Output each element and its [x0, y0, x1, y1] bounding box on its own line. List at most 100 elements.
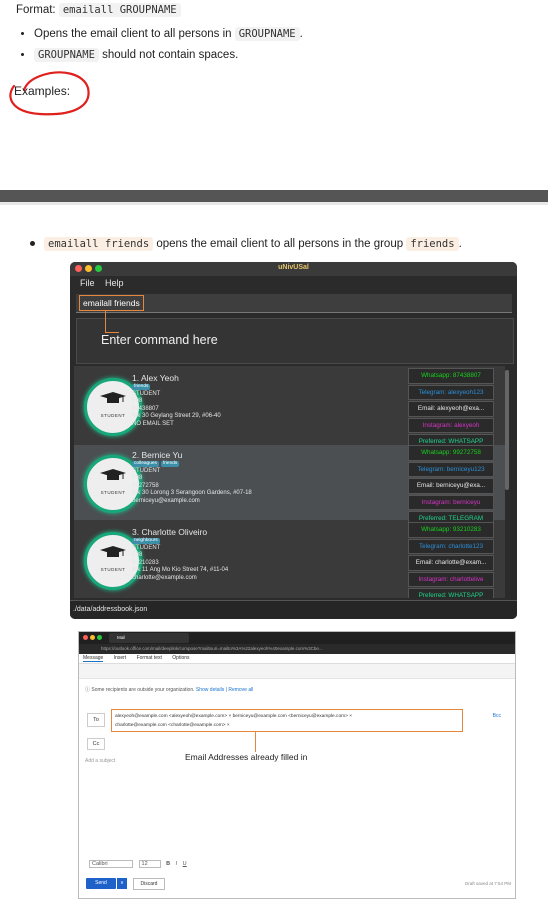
- menu-file[interactable]: File: [80, 278, 95, 288]
- person-room: F08: [132, 398, 143, 404]
- person-role: STUDENT: [132, 544, 161, 551]
- contact-panel: Whatsapp: 99272758 Telegram: berniceyu123…: [408, 445, 494, 528]
- annotation-line: [255, 732, 256, 752]
- person-name: 2. Bernice Yu: [132, 450, 183, 460]
- graduation-cap-icon: [100, 546, 126, 557]
- contact-field: Whatsapp: 93210283: [408, 522, 494, 538]
- person-card[interactable]: STUDENT 3. Charlotte Oliveiro neighbours…: [74, 522, 505, 598]
- contact-field: Whatsapp: 99272758: [408, 445, 494, 461]
- recipient-list: alexyeoh@example.com <alexyeoh@example.c…: [115, 714, 353, 719]
- ribbon-toolbar: [79, 664, 515, 679]
- tag-list: colleagues friends: [132, 460, 252, 468]
- ribbon-tab[interactable]: Options: [172, 655, 189, 661]
- contact-field: Telegram: charlotte123: [408, 538, 494, 554]
- contact-panel: Whatsapp: 87438807 Telegram: alexyeoh123 E…: [408, 368, 494, 451]
- subject-input[interactable]: Add a subject: [85, 758, 115, 764]
- mail-annotation: Email Addresses already filled in: [185, 752, 308, 762]
- browser-tab-bar: Mail: [79, 632, 515, 644]
- maximize-icon[interactable]: [97, 635, 102, 640]
- person-role: STUDENT: [132, 467, 161, 474]
- person-phone: 93210283: [132, 559, 159, 566]
- send-button[interactable]: Send: [86, 878, 116, 889]
- close-icon[interactable]: [83, 635, 88, 640]
- example-line: emailall friends opens the email client …: [30, 237, 462, 251]
- menu-bar: File Help: [70, 276, 517, 290]
- contact-field: Email: berniceyu@exa...: [408, 478, 494, 494]
- person-card[interactable]: STUDENT 2. Bernice Yu colleagues friends …: [74, 445, 505, 527]
- section-divider: [0, 190, 548, 202]
- bullet-item: Opens the email client to all persons in…: [34, 24, 303, 45]
- person-name: 1. Alex Yeoh: [132, 373, 179, 383]
- person-role: STUDENT: [132, 390, 161, 397]
- bcc-link[interactable]: Bcc: [493, 713, 501, 719]
- tag-badge: neighbours: [132, 538, 160, 544]
- tag-list: neighbours: [132, 537, 228, 545]
- contact-field: Preferred: WHATSAPP: [408, 588, 494, 598]
- font-select[interactable]: Calibri: [89, 860, 133, 868]
- app-title: uNivUSal: [278, 264, 309, 271]
- menu-help[interactable]: Help: [105, 278, 124, 288]
- send-options-icon[interactable]: ∨: [117, 878, 127, 889]
- bullet-list: Opens the email client to all persons in…: [14, 24, 303, 66]
- graduation-cap-icon: [100, 392, 126, 403]
- examples-label: Examples:: [14, 84, 71, 98]
- person-room: F08: [132, 475, 143, 481]
- tab-mail[interactable]: Mail: [109, 633, 189, 643]
- ribbon-tabs: Message Insert Format text Options: [79, 654, 515, 664]
- annotation-line: [105, 332, 119, 333]
- person-phone: 87438807: [132, 405, 159, 412]
- graduation-cap-icon: [100, 469, 126, 480]
- status-bar: ./data/addressbook.json: [70, 600, 517, 619]
- cc-button[interactable]: Cc: [87, 738, 105, 750]
- contact-field: Instagram: alexyeoh: [408, 417, 494, 433]
- doc-top-section: Format: emailall GROUPNAME Opens the ema…: [0, 0, 548, 190]
- tag-badge: colleagues: [132, 461, 159, 467]
- app-titlebar: uNivUSal: [70, 262, 517, 276]
- contact-field: Email: charlotte@exam...: [408, 555, 494, 571]
- format-code: emailall GROUPNAME: [58, 3, 181, 17]
- contact-field: Instagram: berniceyu: [408, 494, 494, 510]
- person-card[interactable]: STUDENT 1. Alex Yeoh friends STUDENT F08…: [74, 368, 505, 450]
- command-annotation: Enter command here: [101, 333, 218, 347]
- tag-list: friends: [132, 383, 221, 391]
- ribbon-tab[interactable]: Format text: [137, 655, 162, 661]
- person-address: Blk 30 Lorong 3 Serangoon Gardens, #07-1…: [132, 490, 252, 496]
- minimize-icon[interactable]: [90, 635, 95, 640]
- recipient-list: charlotte@example.com <charlotte@example…: [115, 723, 230, 728]
- address-bar[interactable]: https://outlook.office.com/mail/deeplink…: [79, 644, 515, 654]
- discard-button[interactable]: Discard: [133, 878, 165, 890]
- section-divider-light: [0, 202, 548, 205]
- contact-field: Telegram: alexyeoh123: [408, 384, 494, 400]
- ribbon-tab[interactable]: Insert: [114, 655, 127, 661]
- format-label: Format:: [16, 4, 56, 16]
- italic-icon[interactable]: I: [176, 861, 178, 867]
- command-box[interactable]: emailall friends: [76, 294, 512, 313]
- person-address: Blk 11 Ang Mo Kio Street 74, #11-04: [132, 567, 229, 573]
- underline-icon[interactable]: U: [183, 861, 187, 867]
- font-size-select[interactable]: 12: [138, 860, 161, 868]
- tag-badge: friends: [132, 384, 151, 390]
- contact-field: Instagram: charlottelive: [408, 571, 494, 587]
- result-display: Enter command here: [76, 318, 514, 364]
- person-phone: 99272758: [132, 482, 159, 489]
- person-info: 1. Alex Yeoh friends STUDENT F08 8743880…: [132, 373, 221, 428]
- person-info: 3. Charlotte Oliveiro neighbours STUDENT…: [132, 527, 228, 582]
- command-input[interactable]: emailall friends: [79, 295, 144, 311]
- notice-links[interactable]: Show details | Remove all: [196, 687, 253, 693]
- contact-field: Email: alexyeoh@exa...: [408, 401, 494, 417]
- bold-icon[interactable]: B: [166, 861, 170, 867]
- ribbon-tab[interactable]: Message: [83, 655, 104, 662]
- mail-window: Mail https://outlook.office.com/mail/dee…: [78, 631, 516, 899]
- recipients-field[interactable]: alexyeoh@example.com <alexyeoh@example.c…: [111, 709, 463, 732]
- person-info: 2. Bernice Yu colleagues friends STUDENT …: [132, 450, 252, 505]
- to-button[interactable]: To: [87, 713, 105, 727]
- format-line: Format: emailall GROUPNAME: [16, 3, 181, 17]
- contact-field: Whatsapp: 87438807: [408, 368, 494, 384]
- bullet-item: GROUPNAME should not contain spaces.: [34, 45, 303, 66]
- scrollbar[interactable]: [505, 370, 509, 490]
- external-recipients-notice: ⓘ Some recipients are outside your organ…: [85, 687, 254, 693]
- annotation-line: [105, 310, 106, 332]
- draft-status: Draft saved at 7:54 PM: [464, 881, 511, 886]
- person-list: STUDENT 1. Alex Yeoh friends STUDENT F08…: [74, 366, 505, 598]
- person-address: Blk 30 Geylang Street 29, #06-40: [132, 413, 221, 419]
